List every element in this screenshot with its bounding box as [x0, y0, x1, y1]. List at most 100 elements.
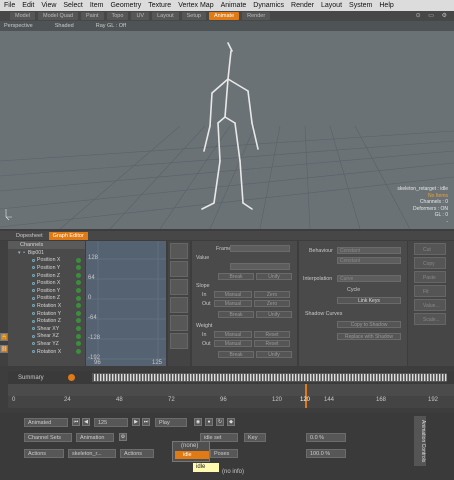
playhead[interactable]: [305, 384, 307, 408]
weight-out-reset[interactable]: Reset: [254, 340, 290, 347]
menu-item[interactable]: Item: [90, 2, 104, 9]
channel-row[interactable]: Rotation X: [8, 348, 85, 356]
channel-enable-toggle[interactable]: [76, 348, 81, 354]
slope-out-zero[interactable]: Zero: [254, 300, 290, 307]
curve-step-icon[interactable]: [170, 297, 188, 313]
menu-help[interactable]: Help: [379, 2, 393, 9]
menu-render[interactable]: Render: [291, 2, 314, 9]
channel-row[interactable]: Rotation X: [8, 302, 85, 310]
weight-out-manual[interactable]: Manual: [214, 340, 252, 347]
fit-button[interactable]: Fit: [414, 285, 446, 297]
menu-vertex-map[interactable]: Vertex Map: [178, 2, 213, 9]
channel-row[interactable]: Position Z: [8, 272, 85, 280]
view-mode-dropdown[interactable]: Perspective: [4, 23, 33, 29]
channel-row[interactable]: Shear YZ: [8, 340, 85, 348]
menu-select[interactable]: Select: [63, 2, 82, 9]
record-key-icon[interactable]: ◉: [194, 418, 202, 426]
channel-enable-toggle[interactable]: [76, 295, 81, 301]
record-icon[interactable]: [68, 374, 75, 381]
slope-in-zero[interactable]: Zero: [254, 291, 290, 298]
animated-dropdown[interactable]: Animated: [24, 418, 68, 427]
layout-tab-uv[interactable]: UV: [131, 12, 150, 20]
interpolation-dropdown[interactable]: Curve: [337, 275, 401, 282]
layout-tab-render[interactable]: Render: [242, 12, 271, 20]
cut-button[interactable]: Cut: [414, 243, 446, 255]
cycle-label[interactable]: Cycle: [347, 287, 360, 293]
menu-texture[interactable]: Texture: [148, 2, 171, 9]
lock-icon[interactable]: 🔒: [0, 333, 8, 341]
summary-track[interactable]: Summary: [8, 371, 454, 384]
link-keys-button[interactable]: Link Keys: [337, 297, 401, 304]
menu-animate[interactable]: Animate: [221, 2, 247, 9]
actions-dropdown[interactable]: Actions: [120, 449, 154, 458]
channel-enable-toggle[interactable]: [76, 341, 81, 347]
channel-sets-dropdown[interactable]: Channel Sets: [24, 433, 72, 442]
next-frame-icon[interactable]: ▶: [132, 418, 140, 426]
timeline[interactable]: 0 24 48 72 96 120 144 168 192 120: [8, 384, 454, 408]
loop-icon[interactable]: ↻: [216, 418, 224, 426]
slope-in-manual[interactable]: Manual: [214, 291, 252, 298]
curve-auto-icon[interactable]: [170, 333, 188, 349]
menu-dynamics[interactable]: Dynamics: [253, 2, 284, 9]
layout-tab-model[interactable]: Model: [10, 12, 35, 20]
weight-field[interactable]: 0.0 %: [306, 433, 346, 442]
shading-dropdown[interactable]: Shaded: [55, 23, 74, 29]
weight-in-reset[interactable]: Reset: [254, 331, 290, 338]
layout-tab-model-quad[interactable]: Model Quad: [37, 12, 78, 20]
animation-dropdown[interactable]: Animation: [76, 433, 114, 442]
ray-gl-dropdown[interactable]: Ray GL : Off: [96, 23, 126, 29]
link-icon[interactable]: ⛓: [0, 345, 8, 353]
last-frame-icon[interactable]: ⏭: [142, 418, 150, 426]
menu-edit[interactable]: Edit: [22, 2, 34, 9]
channel-row[interactable]: Position X: [8, 279, 85, 287]
value-button[interactable]: Value...: [414, 299, 446, 311]
key-button[interactable]: Key: [244, 433, 266, 442]
tab-dopesheet[interactable]: Dopesheet: [12, 232, 47, 240]
break-button[interactable]: Break: [218, 273, 254, 280]
settings-icon[interactable]: ⚙: [119, 433, 127, 441]
channel-enable-toggle[interactable]: [76, 303, 81, 309]
value-field[interactable]: [230, 263, 290, 270]
scale-button[interactable]: Scale...: [414, 313, 446, 325]
action-popup[interactable]: (none) idle: [172, 441, 210, 462]
menu-geometry[interactable]: Geometry: [110, 2, 141, 9]
weight-unify-button[interactable]: Unify: [256, 351, 292, 358]
curve-linear-icon[interactable]: [170, 279, 188, 295]
menu-file[interactable]: File: [4, 2, 15, 9]
layout-tab-topo[interactable]: Topo: [106, 12, 129, 20]
actors-dropdown[interactable]: Actions: [24, 449, 64, 458]
channel-row[interactable]: Shear XZ: [8, 333, 85, 341]
idle-option[interactable]: idle: [175, 451, 209, 459]
strength-field[interactable]: 100.0 %: [306, 449, 346, 458]
channel-row[interactable]: Shear XY: [8, 325, 85, 333]
weight-break-button[interactable]: Break: [218, 351, 254, 358]
layout-tab-layout[interactable]: Layout: [152, 12, 179, 20]
channel-enable-toggle[interactable]: [76, 257, 81, 263]
channel-enable-toggle[interactable]: [76, 287, 81, 293]
behaviour-post-dropdown[interactable]: Constant: [337, 257, 401, 264]
layout-tab-animate[interactable]: Animate: [208, 12, 240, 20]
weight-in-manual[interactable]: Manual: [214, 331, 252, 338]
channel-row[interactable]: Position Y: [8, 264, 85, 272]
slope-break-button[interactable]: Break: [218, 311, 254, 318]
channel-row[interactable]: Position Z: [8, 295, 85, 303]
copy-button[interactable]: Copy: [414, 257, 446, 269]
channel-enable-toggle[interactable]: [76, 318, 81, 324]
play-button[interactable]: Play: [155, 418, 187, 427]
menu-view[interactable]: View: [41, 2, 56, 9]
curve-ease-out-icon[interactable]: [170, 261, 188, 277]
channel-row[interactable]: Rotation Z: [8, 317, 85, 325]
menu-layout[interactable]: Layout: [321, 2, 342, 9]
poses-dropdown[interactable]: Poses: [210, 449, 238, 458]
menu-system[interactable]: System: [349, 2, 372, 9]
slope-unify-button[interactable]: Unify: [256, 311, 292, 318]
unify-button[interactable]: Unify: [256, 273, 292, 280]
channel-enable-toggle[interactable]: [76, 310, 81, 316]
curve-ease-in-icon[interactable]: [170, 243, 188, 259]
slope-out-manual[interactable]: Manual: [214, 300, 252, 307]
curve-smooth-icon[interactable]: [170, 315, 188, 331]
none-option[interactable]: (none): [181, 443, 198, 449]
graph-area[interactable]: 128 64 0 -64 -128 -192 96 125: [86, 241, 166, 366]
copy-to-shadow-button[interactable]: Copy to Shadow: [337, 321, 401, 328]
layout-tab-setup[interactable]: Setup: [181, 12, 206, 20]
